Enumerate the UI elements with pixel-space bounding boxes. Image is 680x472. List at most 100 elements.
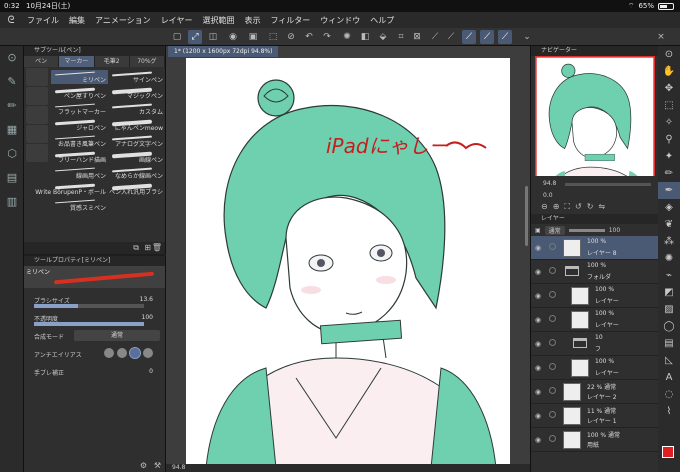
lock-icon[interactable] xyxy=(549,363,556,370)
brush-item[interactable]: ミリペン xyxy=(51,70,108,84)
lock-icon[interactable] xyxy=(549,339,556,346)
lock-icon[interactable] xyxy=(549,267,556,274)
snap-curve-icon[interactable]: ⟋ xyxy=(498,30,512,44)
move-icon[interactable]: ✥ xyxy=(658,80,680,97)
brush-item[interactable]: なめらか線画ペン xyxy=(108,166,165,180)
pen-tool-icon[interactable]: ✎ xyxy=(3,73,21,91)
menu-item[interactable]: レイヤー xyxy=(156,15,198,26)
zoom-slider[interactable] xyxy=(565,183,651,186)
no-snap-icon[interactable]: ⊠ xyxy=(410,30,424,44)
rotate-left-icon[interactable]: ↺ xyxy=(575,202,582,212)
zoom-tool-icon[interactable]: ⊙ xyxy=(3,49,21,67)
subtool-tab[interactable]: 毛筆2 xyxy=(94,56,130,67)
lock-icon[interactable] xyxy=(549,387,556,394)
frame-icon[interactable]: ▤ xyxy=(658,335,680,352)
figure-icon[interactable]: ◯ xyxy=(658,318,680,335)
zoom-icon[interactable]: ⊙ xyxy=(658,46,680,63)
opacity-slider[interactable] xyxy=(34,322,144,326)
fill-bucket-icon[interactable]: ◩ xyxy=(658,284,680,301)
menu-item[interactable]: ファイル xyxy=(22,15,64,26)
select-all-icon[interactable]: ⬚ xyxy=(266,30,280,44)
layer-settings-icon[interactable]: ▣ xyxy=(535,227,541,234)
select-icon[interactable]: ⬚ xyxy=(658,97,680,114)
snap-grid-icon[interactable]: ⟋ xyxy=(462,30,476,44)
layer-opacity-value[interactable]: 100 xyxy=(609,227,620,234)
balloon-icon[interactable]: ◌ xyxy=(658,386,680,403)
brush-item[interactable]: ジャロペン xyxy=(51,118,108,132)
eye-icon[interactable]: ◉ xyxy=(535,268,541,276)
zoom-in-icon[interactable]: ⊕ xyxy=(553,202,560,212)
eye-icon[interactable]: ◉ xyxy=(535,364,541,372)
canvas-paper[interactable]: iPadにゃしー xyxy=(186,58,510,468)
gradient-icon[interactable]: ▨ xyxy=(658,301,680,318)
close-icon[interactable]: × xyxy=(654,30,668,44)
eyedropper-icon[interactable]: ⚲ xyxy=(658,131,680,148)
cube-icon[interactable]: ⬡ xyxy=(3,145,21,163)
wrench-icon[interactable]: ⚒ xyxy=(154,461,161,470)
layer-row[interactable]: ◉ 100 % レイヤー xyxy=(531,356,658,380)
menu-item[interactable]: 編集 xyxy=(64,15,90,26)
material-icon[interactable]: ▦ xyxy=(3,121,21,139)
brush-item[interactable]: アナログ文字ペン xyxy=(108,134,165,148)
canvas-zoom[interactable]: 94.8 xyxy=(172,464,185,471)
canvas-scrollbar[interactable] xyxy=(525,186,528,246)
menu-item[interactable]: ウィンドウ xyxy=(315,15,365,26)
brush-item[interactable]: サインペン xyxy=(108,70,165,84)
book-icon[interactable]: ▥ xyxy=(3,193,21,211)
brush-item[interactable]: Write BörupenP・ボール xyxy=(35,182,108,196)
subtool-group[interactable] xyxy=(26,106,48,124)
settings-icon[interactable]: ⚙ xyxy=(140,461,147,470)
layer-row[interactable]: ◉ 100 % レイヤー xyxy=(531,284,658,308)
brush-item[interactable]: ペン入れ汎用ブラシ xyxy=(108,182,165,196)
brush-item[interactable]: 質感スミペン xyxy=(51,198,108,212)
chevron-down-icon[interactable]: ⌄ xyxy=(520,30,534,44)
blend-select[interactable]: 通常 xyxy=(74,330,160,341)
eye-icon[interactable]: ◉ xyxy=(535,316,541,324)
crop-icon[interactable]: ⌗ xyxy=(394,30,408,44)
lock-icon[interactable] xyxy=(549,411,556,418)
image-icon[interactable]: ▤ xyxy=(3,169,21,187)
fill-icon[interactable]: ◧ xyxy=(358,30,372,44)
lock-icon[interactable] xyxy=(549,435,556,442)
eye-icon[interactable]: ◉ xyxy=(535,292,541,300)
lasso-icon[interactable]: ✧ xyxy=(658,114,680,131)
decoration-icon[interactable]: ✺ xyxy=(658,250,680,267)
lock-icon[interactable] xyxy=(549,315,556,322)
brush-item[interactable]: ペン屋すりペン xyxy=(51,86,108,100)
snap-special-icon[interactable]: ⟋ xyxy=(444,30,458,44)
snap-perspective-icon[interactable]: ⟋ xyxy=(480,30,494,44)
rotate-right-icon[interactable]: ↻ xyxy=(587,202,594,212)
bucket-icon[interactable]: ⬙ xyxy=(376,30,390,44)
brush-item[interactable]: 画線ペン xyxy=(108,150,165,164)
eye-icon[interactable]: ◉ xyxy=(535,412,541,420)
loading-icon[interactable]: ✺ xyxy=(340,30,354,44)
pen-icon[interactable]: ✒ xyxy=(658,182,680,199)
brush-size-value[interactable]: 13.6 xyxy=(140,296,153,303)
menu-item[interactable]: フィルター xyxy=(265,15,315,26)
subtool-group[interactable] xyxy=(26,87,48,105)
correct-line-icon[interactable]: ⌇ xyxy=(658,403,680,420)
subtool-tab[interactable]: 70%グ xyxy=(129,56,165,67)
layer-row[interactable]: ◉ 10 フ xyxy=(531,332,658,356)
ruler-icon[interactable]: ◺ xyxy=(658,352,680,369)
brush-item[interactable]: マジックペン xyxy=(108,86,165,100)
subtool-tab[interactable]: マーカー xyxy=(59,56,95,67)
navigator-preview[interactable] xyxy=(535,56,655,176)
undo-icon[interactable]: ↶ xyxy=(302,30,316,44)
eye-icon[interactable]: ◉ xyxy=(535,436,541,444)
brush-icon[interactable]: ❦ xyxy=(658,216,680,233)
brush-item[interactable]: フラットマーカー xyxy=(51,102,108,116)
brush-size-slider[interactable] xyxy=(34,304,144,308)
layer-row[interactable]: ◉ 22 % 通常 レイヤー 2 xyxy=(531,380,658,404)
antialias-medium[interactable] xyxy=(129,347,141,359)
layer-opacity-slider[interactable] xyxy=(568,228,605,232)
layer-row[interactable]: ◉ 100 % フォルダ xyxy=(531,260,658,284)
navigator-zoom[interactable]: 94.8 xyxy=(543,180,556,187)
stop-icon[interactable]: ◉ xyxy=(226,30,240,44)
eye-icon[interactable]: ◉ xyxy=(535,340,541,348)
fit-icon[interactable]: ◫ xyxy=(206,30,220,44)
hand-icon[interactable]: ✋ xyxy=(658,63,680,80)
eraser-icon[interactable]: ◈ xyxy=(658,199,680,216)
lock-icon[interactable] xyxy=(549,243,556,250)
subtool-group[interactable] xyxy=(26,144,48,162)
